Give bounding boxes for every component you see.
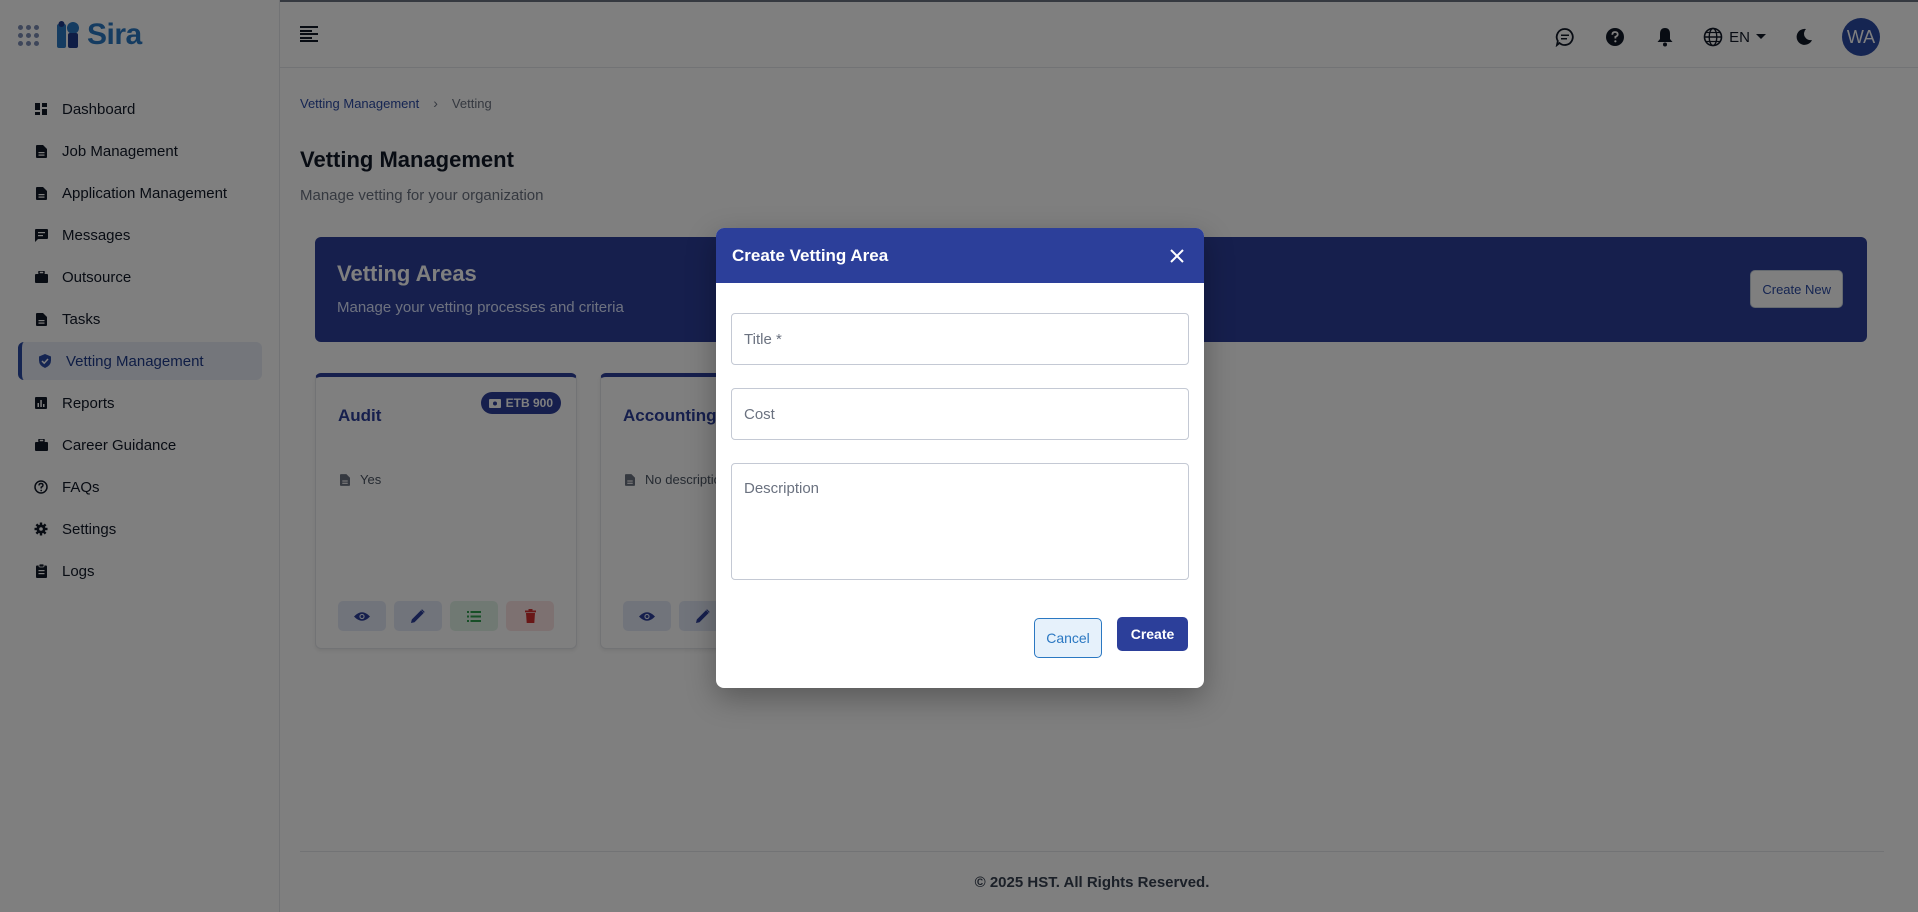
create-button[interactable]: Create <box>1117 617 1188 651</box>
dialog-header: Create Vetting Area <box>716 228 1204 283</box>
cancel-button[interactable]: Cancel <box>1034 618 1102 658</box>
cost-input[interactable] <box>731 388 1189 440</box>
close-icon[interactable] <box>1166 245 1188 267</box>
create-vetting-area-dialog: Create Vetting Area Cancel Create <box>716 228 1204 688</box>
description-input[interactable] <box>731 463 1189 580</box>
dialog-title: Create Vetting Area <box>732 245 889 265</box>
title-input[interactable] <box>731 313 1189 365</box>
